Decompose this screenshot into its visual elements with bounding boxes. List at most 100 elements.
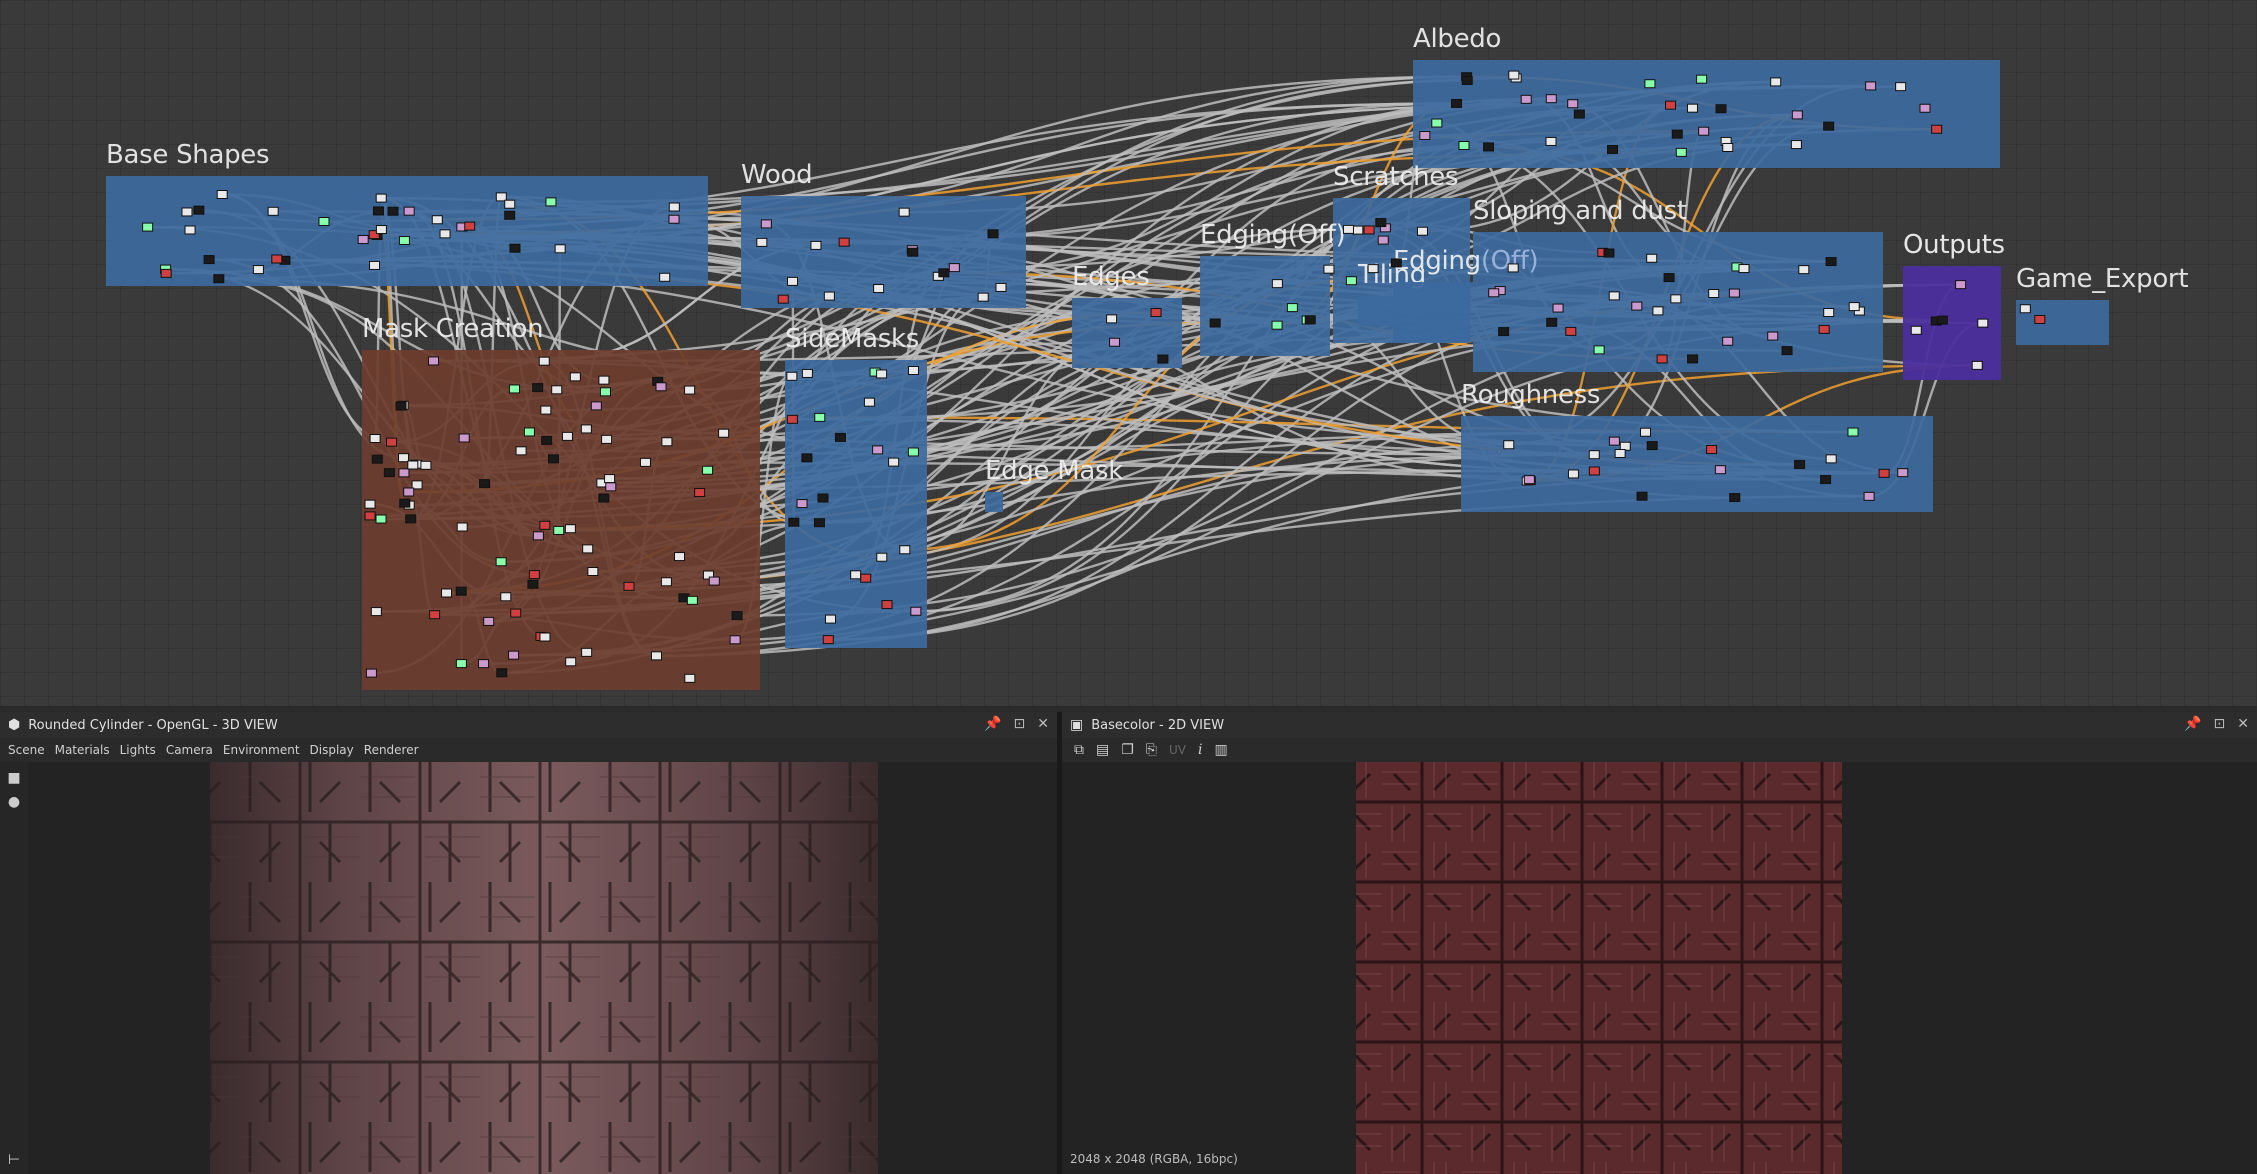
graph-node: [1608, 436, 1620, 446]
close-icon[interactable]: ✕: [2237, 716, 2249, 732]
graph-node: [1798, 265, 1810, 275]
graph-node: [1687, 354, 1699, 364]
graph-node: [1936, 315, 1948, 325]
menu-camera[interactable]: Camera: [166, 743, 213, 757]
pin-icon[interactable]: 📌: [2184, 716, 2201, 732]
menu-scene[interactable]: Scene: [8, 743, 45, 757]
menu-lights[interactable]: Lights: [120, 743, 156, 757]
graph-node: [888, 457, 900, 467]
graph-node: [987, 229, 999, 239]
graph-node: [193, 205, 205, 215]
graph-node: [1931, 124, 1943, 134]
graph-node: [528, 570, 540, 580]
histogram-icon[interactable]: ▥: [1214, 742, 1227, 758]
graph-node: [1919, 103, 1931, 113]
graph-node: [850, 570, 862, 580]
graph-node: [398, 235, 410, 245]
viewport-2d[interactable]: [1062, 762, 2257, 1174]
graph-node: [561, 431, 573, 441]
graph-node: [1614, 448, 1626, 458]
close-icon[interactable]: ✕: [1037, 716, 1049, 732]
graph-node: [495, 557, 507, 567]
graph-node: [1848, 302, 1860, 312]
graph-node: [1507, 263, 1519, 273]
graph-node: [1157, 354, 1169, 364]
graph-node: [1781, 346, 1793, 356]
graph-node: [508, 384, 520, 394]
graph-node: [441, 588, 453, 598]
maximize-icon[interactable]: ⊡: [2214, 716, 2226, 732]
graph-node: [1286, 303, 1298, 313]
graph-node: [598, 493, 610, 503]
graph-node: [500, 592, 512, 602]
graph-node: [1508, 70, 1520, 80]
graph-node: [539, 632, 551, 642]
graph-node: [1342, 224, 1354, 234]
graph-node: [213, 274, 225, 284]
node-graph-canvas[interactable]: Albedo Base Shapes Wood Scratches Slopin…: [0, 0, 2257, 706]
graph-node: [403, 487, 415, 497]
info-icon[interactable]: i: [1198, 742, 1202, 758]
view-2d-pane: ▣ Basecolor - 2D VIEW 📌 ⊡ ✕ ⧉ ▤ ❐ ⎘ UV i…: [1062, 712, 2257, 1174]
view-3d-pane: ⬢ Rounded Cylinder - OpenGL - 3D VIEW 📌 …: [0, 712, 1057, 1174]
graph-node: [464, 221, 476, 231]
graph-node: [371, 454, 383, 464]
menu-renderer[interactable]: Renderer: [364, 743, 419, 757]
graph-node: [1451, 98, 1463, 108]
graph-node: [318, 217, 330, 227]
share-icon[interactable]: ⎘: [1146, 742, 1157, 758]
graph-node: [1419, 131, 1431, 141]
copy-icon[interactable]: ❐: [1121, 742, 1134, 758]
graph-node: [660, 577, 672, 587]
graph-node: [142, 222, 154, 232]
graph-node: [456, 522, 468, 532]
graph-node: [541, 435, 553, 445]
graph-node: [873, 284, 885, 294]
graph-node: [810, 240, 822, 250]
graph-node: [1483, 142, 1495, 152]
graph-node: [834, 432, 846, 442]
view-3d-header: ⬢ Rounded Cylinder - OpenGL - 3D VIEW 📌 …: [0, 712, 1057, 738]
fit-view-icon[interactable]: ⧉: [1074, 742, 1084, 758]
graph-node: [1545, 136, 1557, 146]
graph-node: [1656, 354, 1668, 364]
graph-node: [838, 237, 850, 247]
uv-toggle[interactable]: UV: [1169, 743, 1186, 757]
graph-node: [364, 511, 376, 521]
graph-node: [876, 552, 888, 562]
graph-node: [1646, 441, 1658, 451]
graph-node: [876, 369, 888, 379]
graph-node: [1818, 324, 1830, 334]
graph-node: [1825, 454, 1837, 464]
graph-node: [407, 460, 419, 470]
maximize-icon[interactable]: ⊡: [1014, 716, 1026, 732]
graph-node: [398, 468, 410, 478]
menu-environment[interactable]: Environment: [223, 743, 300, 757]
graph-node: [1977, 318, 1989, 328]
graph-node: [668, 214, 680, 224]
graph-node: [455, 659, 467, 669]
node-layer: [142, 70, 2046, 683]
graph-node: [731, 611, 743, 621]
graph-node: [1636, 491, 1648, 501]
graph-node: [1546, 317, 1558, 327]
graph-node: [508, 650, 520, 660]
graph-node: [2019, 304, 2031, 314]
save-icon[interactable]: ▤: [1096, 742, 1109, 758]
graph-node: [551, 385, 563, 395]
graph-node: [1895, 82, 1907, 92]
menu-materials[interactable]: Materials: [55, 743, 110, 757]
menu-display[interactable]: Display: [310, 743, 354, 757]
graph-node: [907, 365, 919, 375]
graph-node: [1686, 103, 1698, 113]
graph-node: [1791, 110, 1803, 120]
graph-node: [554, 244, 566, 254]
graph-node: [1567, 469, 1579, 479]
graph-node: [510, 608, 522, 618]
graph-node: [1352, 225, 1364, 235]
graph-node: [1565, 326, 1577, 336]
graph-node: [1503, 440, 1515, 450]
viewport-3d[interactable]: [0, 762, 1057, 1174]
graph-node: [796, 499, 808, 509]
pin-icon[interactable]: 📌: [984, 716, 1001, 732]
